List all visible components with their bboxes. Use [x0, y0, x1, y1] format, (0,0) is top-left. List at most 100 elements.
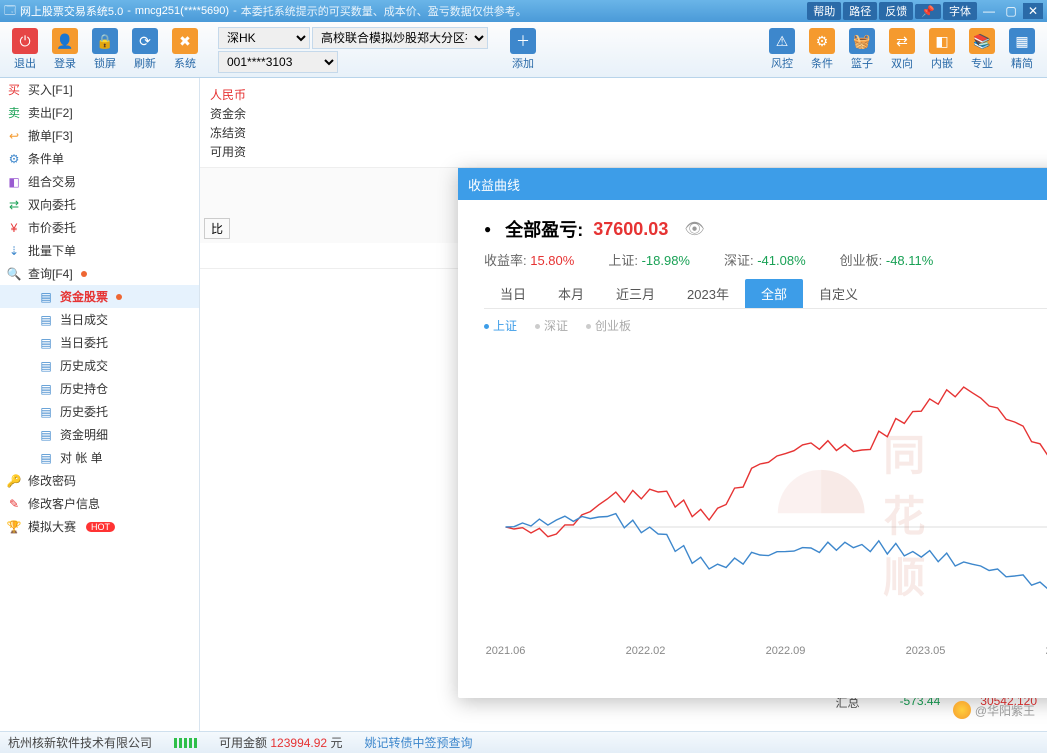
pro-button[interactable]: 📚专业	[963, 28, 1001, 71]
simple-button[interactable]: ▦精简	[1003, 28, 1041, 71]
metric: 深证: -41.08%	[724, 250, 806, 269]
sidebar-item[interactable]: ⚙条件单	[0, 147, 199, 170]
sidebar-subitem[interactable]: ▤对 帐 单	[0, 446, 199, 469]
status-bar: 杭州核新软件技术有限公司 可用金额 123994.92 元 姚记转债中签预查询	[0, 731, 1047, 753]
summary-row: 资金余	[210, 105, 1037, 122]
series-toggle[interactable]: 上证	[484, 317, 517, 334]
account-select[interactable]: 001****3103	[218, 51, 338, 73]
maximize-icon[interactable]: ▢	[1001, 3, 1021, 19]
embed-icon: ◧	[929, 28, 955, 54]
sidebar-subitem[interactable]: ▤资金明细	[0, 423, 199, 446]
sidebar-icon: 卖	[6, 105, 22, 121]
period-tab[interactable]: 2023年	[671, 279, 745, 308]
sidebar-subitem[interactable]: ▤ 历史委托	[0, 400, 199, 423]
period-tabs: 当日本月近三月2023年全部自定义	[484, 279, 1047, 309]
sidebar-item[interactable]: 🏆模拟大赛HOT	[0, 515, 199, 538]
system-button[interactable]: ✖系统	[166, 28, 204, 71]
sidebar-icon: ⇣	[6, 243, 22, 259]
avail-value: 123994.92	[270, 736, 327, 750]
embed-button[interactable]: ◧内嵌	[923, 28, 961, 71]
route-button[interactable]: 路径	[843, 2, 877, 20]
sidebar-label: 组合交易	[28, 173, 76, 190]
sidebar-item[interactable]: 买买入[F1]	[0, 78, 199, 101]
visibility-toggle-icon[interactable]: 👁	[684, 219, 704, 239]
sidebar-item[interactable]: ↩撤单[F3]	[0, 124, 199, 147]
font-button[interactable]: 字体	[943, 2, 977, 20]
simple-icon: ▦	[1009, 28, 1035, 54]
add-button[interactable]: ＋添加	[504, 28, 542, 71]
sidebar-label: 资金明细	[60, 426, 108, 443]
add-icon: ＋	[510, 28, 536, 54]
dual-button[interactable]: ⇄双向	[883, 28, 921, 71]
period-tab[interactable]: 当日	[484, 279, 542, 308]
sidebar-subitem[interactable]: ▤当日成交	[0, 308, 199, 331]
account-label: mncg251(****5690)	[135, 5, 229, 17]
main-area: 人民币 资金余 冻结资 可用资 比 明细 盈亏比例(%) 819.5001044…	[200, 78, 1047, 731]
sidebar-icon: ✎	[6, 496, 22, 512]
sidebar-icon: ⇄	[6, 197, 22, 213]
svg-text:2022.09: 2022.09	[766, 645, 806, 657]
file-icon: ▤	[38, 404, 54, 420]
sidebar-item[interactable]: 🔑修改密码	[0, 469, 199, 492]
sidebar-label: 历史持仓	[60, 380, 108, 397]
login-button[interactable]: 👤登录	[46, 28, 84, 71]
series-toggle[interactable]: 深证	[535, 317, 568, 334]
app-title: 网上股票交易系统5.0	[20, 3, 123, 19]
period-tab[interactable]: 本月	[542, 279, 600, 308]
series-toggle[interactable]: 创业板	[586, 317, 631, 334]
sidebar-subitem[interactable]: ▤当日委托	[0, 331, 199, 354]
cond-button[interactable]: ⚙条件	[803, 28, 841, 71]
sidebar-item[interactable]: ⇣ 批量下单	[0, 239, 199, 262]
sidebar-item[interactable]: ⇄双向委托	[0, 193, 199, 216]
sidebar-label: 查询[F4]	[28, 265, 73, 282]
titlebar: 🗔 网上股票交易系统5.0 - mncg251(****5690) - 本委托系…	[0, 0, 1047, 22]
feedback-button[interactable]: 反馈	[879, 2, 913, 20]
sidebar-label: 资金股票	[60, 288, 108, 305]
sidebar-icon: 🔑	[6, 473, 22, 489]
period-tab[interactable]: 近三月	[600, 279, 671, 308]
metric: 收益率: 15.80%	[484, 250, 574, 269]
period-tab[interactable]: 自定义	[803, 279, 874, 308]
close-icon[interactable]: ✕	[1023, 3, 1043, 19]
sidebar-item[interactable]: ¥市价委托	[0, 216, 199, 239]
market-select[interactable]: 深HK	[218, 27, 310, 49]
sidebar-label: 撤单[F3]	[28, 127, 73, 144]
file-icon: ▤	[38, 289, 54, 305]
compare-button[interactable]: 比	[204, 218, 230, 239]
sidebar-subitem[interactable]: ▤ 资金股票	[0, 285, 199, 308]
basket-button[interactable]: 🧺篮子	[843, 28, 881, 71]
modal-title: 收益曲线	[468, 175, 520, 194]
sidebar-item[interactable]: ◧ 组合交易	[0, 170, 199, 193]
metric: 上证: -18.98%	[608, 250, 690, 269]
sidebar-label: 对 帐 单	[60, 449, 103, 466]
sidebar-label: 批量下单	[28, 242, 76, 259]
summary-row: 冻结资	[210, 124, 1037, 141]
lock-button[interactable]: 🔒锁屏	[86, 28, 124, 71]
sidebar-icon: ◧	[6, 174, 22, 190]
pin-button[interactable]: 📌	[915, 4, 941, 19]
sidebar-icon: 🏆	[6, 519, 22, 535]
sidebar-item[interactable]: 🔍查询[F4]	[0, 262, 199, 285]
svg-text:2022.02: 2022.02	[626, 645, 666, 657]
weibo-watermark: @华阳紫王	[953, 701, 1035, 719]
sidebar-label: 历史委托	[60, 403, 108, 420]
broker-select[interactable]: 高校联合模拟炒股郑大分区初	[312, 27, 488, 49]
total-pl-label: 全部盈亏:	[505, 216, 583, 242]
profit-chart: 同花顺 50.0%40.0%30.0%20.0%10.0%0.0%-10.0%-…	[484, 342, 1047, 662]
period-tab[interactable]: 全部	[745, 279, 803, 308]
sidebar-label: 条件单	[28, 150, 64, 167]
minimize-icon[interactable]: —	[979, 3, 999, 19]
risk-button[interactable]: ⚠风控	[763, 28, 801, 71]
currency-label: 人民币	[210, 86, 1037, 103]
sidebar-subitem[interactable]: ▤历史持仓	[0, 377, 199, 400]
summary-bar: 人民币 资金余 冻结资 可用资	[200, 78, 1047, 168]
sidebar-label: 当日成交	[60, 311, 108, 328]
signal-icon	[174, 738, 197, 748]
exit-button[interactable]: ⏻退出	[6, 28, 44, 71]
sidebar-subitem[interactable]: ▤历史成交	[0, 354, 199, 377]
refresh-button[interactable]: ⟳刷新	[126, 28, 164, 71]
help-button[interactable]: 帮助	[807, 2, 841, 20]
basket-icon: 🧺	[849, 28, 875, 54]
sidebar-item[interactable]: 卖卖出[F2]	[0, 101, 199, 124]
sidebar-item[interactable]: ✎修改客户信息	[0, 492, 199, 515]
